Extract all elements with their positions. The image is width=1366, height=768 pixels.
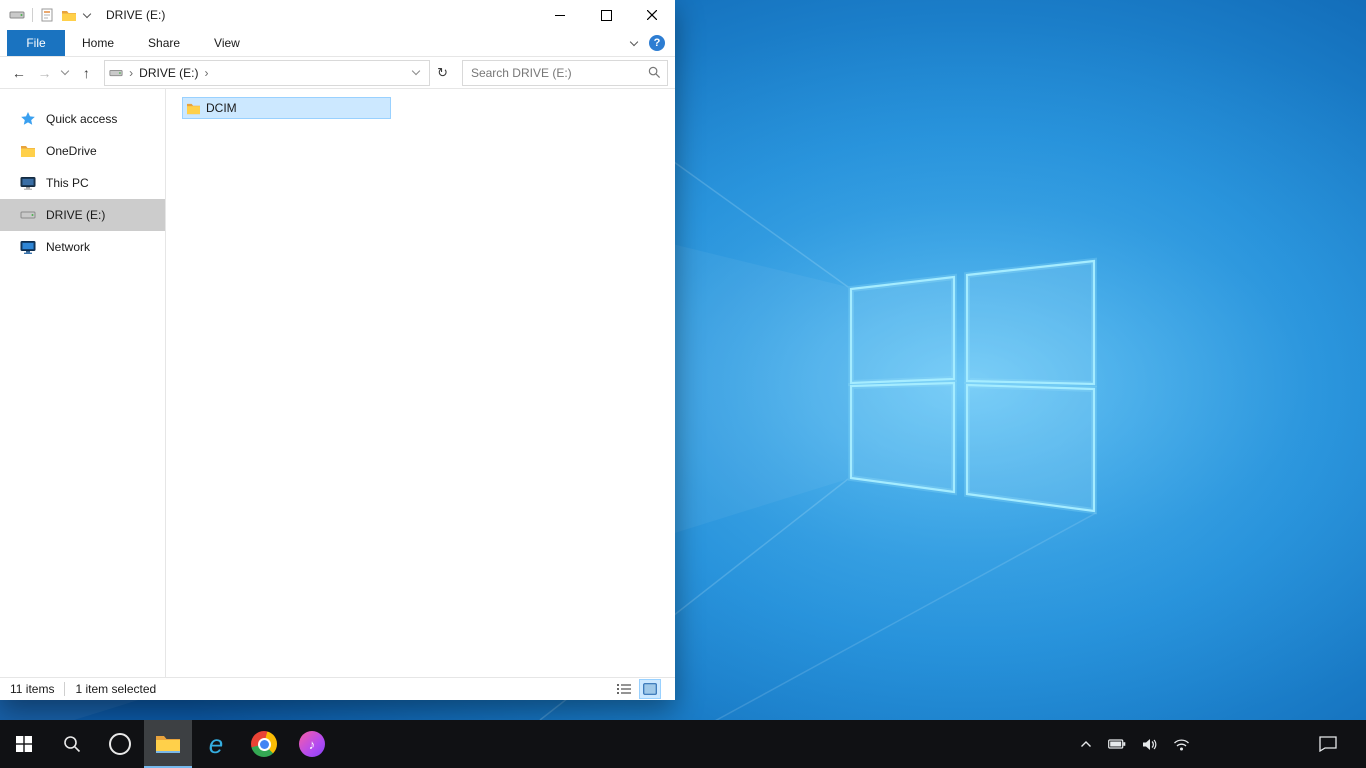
cortana-icon (109, 733, 131, 755)
minimize-icon (555, 14, 565, 16)
file-explorer-window: DRIVE (E:) File Home Share View ? ← → ↑ (0, 0, 675, 700)
start-button[interactable] (0, 720, 48, 768)
forward-button[interactable]: → (33, 61, 57, 85)
sidebar-item-this-pc[interactable]: This PC (0, 167, 165, 199)
up-button[interactable]: ↑ (75, 61, 99, 85)
action-center-button[interactable] (1304, 720, 1352, 768)
itunes-icon: ♪ (299, 731, 325, 757)
star-icon (21, 112, 35, 125)
window-title: DRIVE (E:) (106, 8, 166, 22)
details-view-button[interactable] (613, 679, 635, 699)
taskbar-search-button[interactable] (48, 720, 96, 768)
sidebar-item-label: Quick access (46, 112, 118, 126)
music-note-icon: ♪ (308, 736, 316, 752)
network-indicator[interactable] (1171, 720, 1192, 768)
address-bar[interactable]: › DRIVE (E:) › (104, 59, 431, 86)
sidebar-item-drive-e[interactable]: DRIVE (E:) (0, 199, 165, 231)
chrome-button[interactable] (240, 720, 288, 768)
speaker-icon (1143, 738, 1157, 750)
breadcrumb[interactable]: DRIVE (E:) (139, 66, 198, 80)
navigation-pane: Quick access OneDrive This PC DRIVE (E:)… (0, 89, 166, 677)
taskbar: e ♪ (0, 720, 1366, 768)
file-list-area[interactable]: DCIM (166, 89, 675, 677)
tab-file[interactable]: File (7, 30, 65, 56)
back-button[interactable]: ← (7, 61, 31, 85)
windows-start-icon (16, 736, 32, 752)
sidebar-item-network[interactable]: Network (0, 231, 165, 263)
thumbnails-view-button[interactable] (639, 679, 661, 699)
file-item-dcim[interactable]: DCIM (182, 97, 391, 119)
internet-explorer-button[interactable]: e (192, 720, 240, 768)
refresh-button[interactable]: ↻ (432, 61, 453, 85)
search-icon (648, 66, 661, 79)
expand-ribbon-chevron-icon[interactable] (629, 37, 639, 46)
file-explorer-icon (156, 736, 180, 753)
toolbar-separator (32, 8, 33, 22)
sidebar-item-label: Network (46, 240, 91, 254)
folder-icon (21, 146, 35, 157)
close-button[interactable] (629, 0, 675, 30)
new-folder-icon[interactable] (61, 8, 77, 22)
ribbon-right-controls: ? (629, 35, 675, 51)
breadcrumb-chevron-icon[interactable]: › (205, 66, 209, 80)
action-center-icon (1319, 736, 1337, 752)
app-drive-icon (9, 11, 25, 19)
sidebar-item-label: This PC (46, 176, 89, 190)
network-icon (20, 240, 36, 254)
recent-locations-chevron-icon[interactable] (58, 61, 72, 85)
taskbar-file-explorer-button[interactable] (144, 720, 192, 768)
internet-explorer-icon: e (208, 729, 224, 759)
itunes-button[interactable]: ♪ (288, 720, 336, 768)
navigation-bar: ← → ↑ › DRIVE (E:) › ↻ (0, 57, 675, 89)
breadcrumb-chevron-icon: › (129, 65, 134, 80)
item-count: 11 items (10, 682, 55, 696)
minimize-button[interactable] (537, 0, 583, 30)
window-controls (537, 0, 675, 30)
status-bar: 11 items 1 item selected (0, 677, 675, 700)
battery-indicator[interactable] (1106, 720, 1128, 768)
computer-icon (20, 176, 36, 190)
drive-icon (109, 69, 123, 76)
sidebar-item-label: OneDrive (46, 144, 97, 158)
show-hidden-icons-button[interactable] (1078, 720, 1094, 768)
tab-home[interactable]: Home (65, 30, 131, 56)
selection-count: 1 item selected (75, 682, 157, 696)
explorer-main: Quick access OneDrive This PC DRIVE (E:)… (0, 89, 675, 677)
maximize-icon (600, 9, 612, 21)
search-box (461, 59, 668, 86)
help-button[interactable]: ? (649, 35, 665, 51)
file-item-label: DCIM (206, 101, 237, 115)
titlebar[interactable]: DRIVE (E:) (0, 0, 675, 30)
search-input[interactable] (468, 64, 648, 81)
properties-icon[interactable] (40, 8, 54, 22)
address-dropdown-chevron-icon[interactable] (407, 66, 425, 76)
volume-indicator[interactable] (1140, 720, 1159, 768)
thumbnails-view-icon (643, 683, 657, 695)
ribbon-tab-bar: File Home Share View ? (0, 30, 675, 57)
close-icon (647, 10, 657, 20)
sidebar-item-label: DRIVE (E:) (46, 208, 106, 222)
wifi-icon (1174, 738, 1189, 750)
battery-icon (1108, 739, 1126, 749)
sidebar-item-onedrive[interactable]: OneDrive (0, 135, 165, 167)
cortana-button[interactable] (96, 720, 144, 768)
quick-access-toolbar (0, 7, 92, 23)
search-icon (64, 736, 81, 753)
sidebar-item-quick-access[interactable]: Quick access (0, 103, 165, 135)
system-tray (1078, 720, 1192, 768)
folder-icon (187, 103, 200, 114)
maximize-button[interactable] (583, 0, 629, 30)
tab-share[interactable]: Share (131, 30, 197, 56)
drive-icon (20, 211, 36, 219)
chevron-up-icon (1081, 741, 1091, 747)
view-switcher (613, 679, 665, 699)
details-view-icon (617, 684, 631, 694)
tab-view[interactable]: View (197, 30, 257, 56)
chrome-icon (251, 731, 277, 757)
status-separator (64, 682, 66, 696)
customize-toolbar-chevron-icon[interactable] (82, 9, 92, 18)
